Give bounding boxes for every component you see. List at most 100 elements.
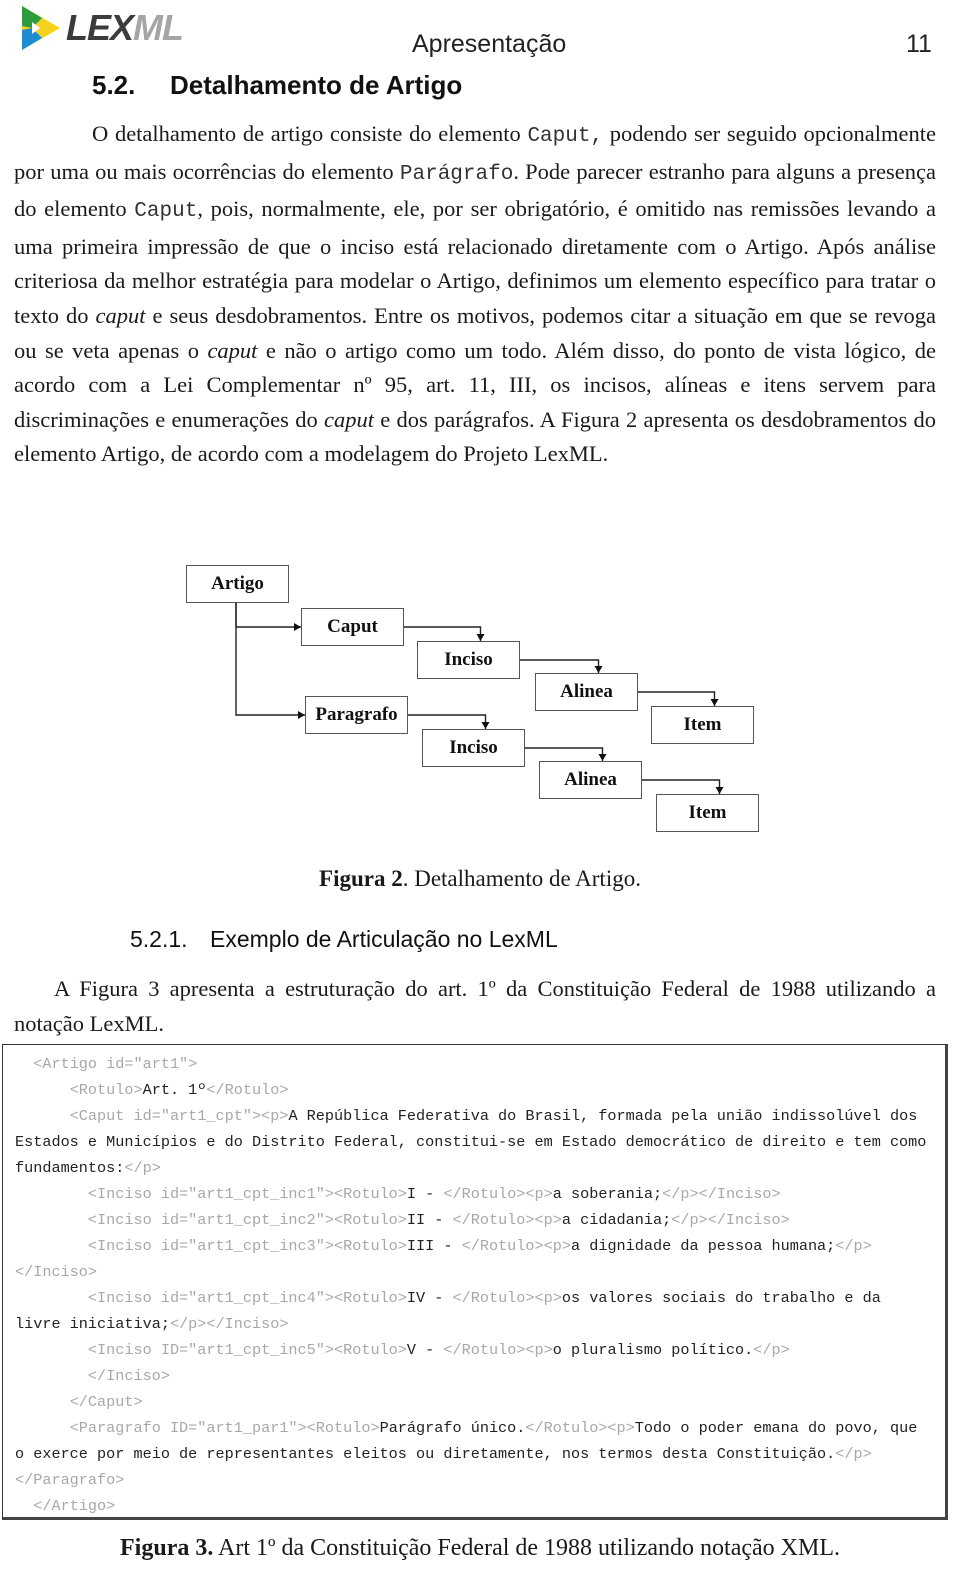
- subsection-heading: 5.2.1. Exemplo de Articulação no LexML: [130, 926, 558, 953]
- code-line: </Caput>: [15, 1389, 935, 1415]
- xml-tag: </Inciso>: [15, 1367, 170, 1385]
- subsection-title: Exemplo de Articulação no LexML: [210, 926, 558, 952]
- diagram-edge-alinea2-item2-arrow-icon: [715, 787, 724, 794]
- diagram-node-alinea1: Alinea: [535, 673, 638, 711]
- diagram-edge-alinea1-item1-arrow-icon: [710, 699, 719, 706]
- xml-tag: <Inciso id="art1_cpt_inc2"><Rotulo>: [15, 1211, 407, 1229]
- xml-tag: <Inciso id="art1_cpt_inc4"><Rotulo>: [15, 1289, 407, 1307]
- xml-tag: </p></Inciso>: [662, 1185, 781, 1203]
- code-term: Caput: [134, 200, 198, 224]
- code-line: <Inciso id="art1_cpt_inc1"><Rotulo>I - <…: [15, 1181, 935, 1207]
- figure-3-label: Figura 3.: [120, 1535, 214, 1561]
- xml-tag: </Rotulo><p>: [443, 1341, 553, 1359]
- code-line: <Artigo id="art1">: [15, 1051, 935, 1077]
- diagram-edge-alinea2-item2: [642, 779, 721, 794]
- xml-tag: <Inciso ID="art1_cpt_inc5"><Rotulo>: [15, 1341, 407, 1359]
- xml-tag: </Rotulo><p>: [452, 1211, 562, 1229]
- text-segment: O detalhamento de artigo consiste do ele…: [92, 121, 528, 146]
- code-line: <Paragrafo ID="art1_par1"><Rotulo>Parágr…: [15, 1415, 935, 1493]
- xml-text: a dignidade da pessoa humana;: [570, 1237, 836, 1255]
- xml-text: IV -: [406, 1289, 453, 1307]
- code-line: </Inciso>: [15, 1363, 935, 1389]
- xml-text: III -: [406, 1237, 462, 1255]
- diagram-edge-inciso2-alinea2-arrow-icon: [598, 754, 607, 761]
- diagram-edge-inciso1-alinea1-arrow-icon: [594, 666, 603, 673]
- xml-tag: </Rotulo><p>: [443, 1185, 553, 1203]
- paragraph-text: O detalhamento de artigo consiste do ele…: [14, 117, 936, 472]
- diagram-edge-artigo-caput: [235, 603, 301, 628]
- xml-text: Art. 1º: [142, 1081, 207, 1099]
- code-term: Caput,: [527, 125, 604, 148]
- xml-tag: </p>: [753, 1341, 790, 1359]
- xml-text: II -: [406, 1211, 453, 1229]
- diagram-node-inciso2: Inciso: [422, 729, 525, 767]
- diagram-edge-paragrafo-inciso2-arrow-icon: [481, 722, 490, 729]
- diagram-node-inciso1: Inciso: [417, 641, 520, 679]
- diagram-edge-caput-inciso1-arrow-icon: [476, 634, 485, 641]
- paragraph-text: A Figura 3 apresenta a estruturação do a…: [14, 976, 936, 1036]
- figure-3-caption-text: Art 1º da Constituição Federal de 1988 u…: [213, 1535, 840, 1561]
- code-line: <Caput id="art1_cpt"><p>A República Fede…: [15, 1103, 935, 1181]
- diagram-edge-caput-inciso1: [404, 626, 482, 641]
- code-line: <Inciso ID="art1_cpt_inc5"><Rotulo>V - <…: [15, 1337, 935, 1363]
- xml-tag: </Rotulo>: [206, 1081, 289, 1099]
- diagram-edge-artigo-paragrafo-arrow-icon: [298, 711, 305, 719]
- xml-tag: </Rotulo><p>: [452, 1289, 562, 1307]
- code-term: Parágrafo: [399, 162, 514, 186]
- xml-text: a cidadania;: [561, 1211, 672, 1229]
- figure-3-caption: Figura 3. Art 1º da Constituição Federal…: [0, 1535, 960, 1562]
- xml-tag: </Caput>: [15, 1393, 143, 1411]
- diagram-edge-artigo-caput-arrow-icon: [294, 623, 301, 631]
- xml-tag: <Inciso id="art1_cpt_inc1"><Rotulo>: [15, 1185, 407, 1203]
- diagram-node-artigo: Artigo: [186, 565, 289, 603]
- xml-tag: <Caput id="art1_cpt"><p>: [15, 1107, 289, 1125]
- code-line: <Inciso id="art1_cpt_inc2"><Rotulo>II - …: [15, 1207, 935, 1233]
- xml-tag: </p></Inciso>: [169, 1315, 289, 1333]
- figure-2-caption-text: . Detalhamento de Artigo.: [402, 866, 641, 891]
- xml-tag: <Paragrafo ID="art1_par1"><Rotulo>: [15, 1419, 380, 1437]
- logo-text: LEXML: [66, 7, 184, 48]
- diagram-node-item1: Item: [651, 706, 754, 744]
- xml-tag: </p>: [124, 1159, 161, 1177]
- xml-text: V -: [406, 1341, 444, 1359]
- figure-2-label: Figura 2: [319, 866, 403, 891]
- logo-text-ml: ML: [133, 7, 184, 48]
- section-number: 5.2.: [92, 70, 136, 100]
- logo-text-lex: LEX: [66, 7, 134, 48]
- xml-text: Parágrafo único.: [379, 1419, 526, 1437]
- xml-text: a soberania;: [552, 1185, 663, 1203]
- running-title: Apresentação: [412, 30, 567, 58]
- italic-term: caput: [95, 302, 146, 328]
- code-line: </Artigo>: [15, 1493, 935, 1519]
- body-paragraph-2: A Figura 3 apresenta a estruturação do a…: [14, 972, 936, 1041]
- section-title: Detalhamento de Artigo: [170, 70, 463, 100]
- diagram-node-caput: Caput: [301, 608, 404, 646]
- diagram-edge-inciso1-alinea1: [520, 659, 600, 673]
- xml-tag: <Artigo id="art1">: [15, 1055, 198, 1073]
- figure-3-code-box: <Artigo id="art1"> <Rotulo>Art. 1º</Rotu…: [2, 1044, 948, 1520]
- diagram-edge-artigo-paragrafo: [235, 603, 305, 716]
- lexml-arrow-logo-icon: [22, 6, 60, 50]
- italic-term: caput: [323, 406, 374, 432]
- xml-tag: </p></Inciso>: [671, 1211, 790, 1229]
- xml-tag: </Artigo>: [15, 1497, 116, 1515]
- diagram-edge-paragrafo-inciso2: [408, 714, 487, 729]
- diagram-node-item2: Item: [656, 794, 759, 832]
- xml-tag: </Rotulo><p>: [461, 1237, 571, 1255]
- body-paragraph-1: O detalhamento de artigo consiste do ele…: [14, 117, 936, 472]
- xml-text: I -: [406, 1185, 444, 1203]
- xml-tag: <Rotulo>: [15, 1081, 143, 1099]
- page-number: 11: [906, 30, 932, 58]
- diagram-node-paragrafo: Paragrafo: [305, 696, 408, 734]
- figure-2-caption: Figura 2. Detalhamento de Artigo.: [0, 866, 960, 892]
- code-line: <Rotulo>Art. 1º</Rotulo>: [15, 1077, 935, 1103]
- section-heading: 5.2. Detalhamento de Artigo: [92, 70, 462, 101]
- diagram-edge-inciso2-alinea2: [525, 747, 604, 761]
- code-line: <Inciso id="art1_cpt_inc3"><Rotulo>III -…: [15, 1233, 935, 1285]
- xml-code-listing: <Artigo id="art1"> <Rotulo>Art. 1º</Rotu…: [15, 1051, 935, 1519]
- diagram-edge-alinea1-item1: [638, 691, 716, 706]
- italic-term: caput: [207, 337, 258, 363]
- code-line: <Inciso id="art1_cpt_inc4"><Rotulo>IV - …: [15, 1285, 935, 1337]
- xml-tag: <Inciso id="art1_cpt_inc3"><Rotulo>: [15, 1237, 407, 1255]
- xml-text: o pluralismo político.: [552, 1341, 754, 1359]
